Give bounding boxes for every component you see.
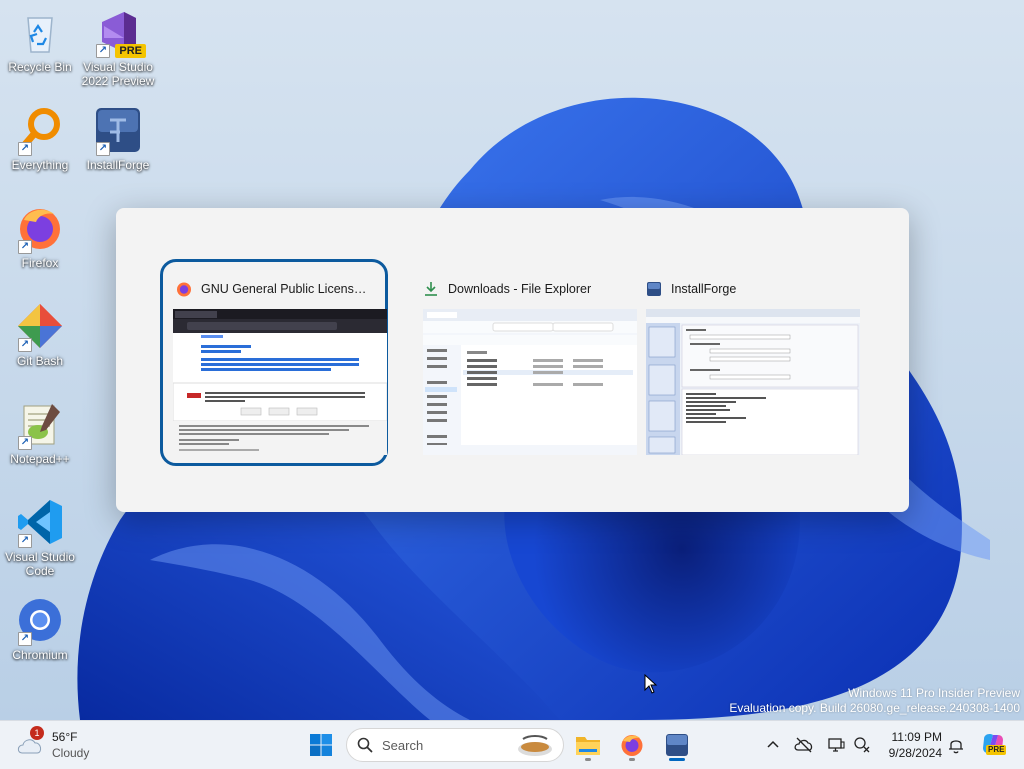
desktop-icon-label: Git Bash (16, 354, 64, 368)
desktop-icon-label: Recycle Bin (8, 60, 72, 74)
watermark-line-build: Evaluation copy. Build 26080.ge_release.… (729, 701, 1020, 715)
desktop-icon-label: InstallForge (86, 158, 150, 172)
weather-alert-badge: 1 (30, 726, 44, 740)
firefox-icon (177, 282, 191, 297)
system-clock[interactable]: 11:09 PM 9/28/2024 (880, 729, 942, 761)
task-switcher-item-firefox[interactable]: GNU General Public License v... (160, 259, 388, 466)
taskbar-installforge[interactable] (659, 727, 695, 763)
firefox-icon: ↗ (16, 204, 64, 254)
taskbar-firefox[interactable] (614, 727, 650, 763)
chromium-icon: ↗ (16, 596, 64, 646)
pre-badge: PRE (115, 44, 146, 58)
shortcut-arrow-icon: ↗ (18, 338, 32, 352)
clock-date: 9/28/2024 (888, 746, 942, 760)
windows-watermark: Windows 11 Pro Insider Preview Evaluatio… (729, 686, 1020, 716)
desktop-icon-everything[interactable]: ↗ Everything (0, 106, 80, 172)
shortcut-arrow-icon: ↗ (18, 436, 32, 450)
task-title: Downloads - File Explorer (448, 282, 592, 296)
firefox-icon (621, 735, 643, 756)
notepadpp-icon: ↗ (16, 400, 64, 450)
folder-icon (576, 737, 600, 755)
taskbar-file-explorer[interactable] (570, 727, 606, 763)
desktop-icon-vscode[interactable]: ↗ Visual Studio Code (0, 498, 80, 578)
window-thumbnail (646, 309, 860, 455)
shortcut-arrow-icon: ↗ (18, 632, 32, 646)
vscode-icon: ↗ (16, 498, 64, 548)
search-highlight-icon (518, 735, 552, 756)
download-icon (425, 282, 437, 296)
taskbar: 1 56°F Cloudy Search 11:09 PM 9/28/2024 … (0, 720, 1024, 769)
copilot-button[interactable]: PRE (980, 731, 1008, 759)
desktop-icon-label: Notepad++ (10, 452, 70, 466)
weather-condition: Cloudy (52, 746, 90, 760)
desktop-icon-visual-studio[interactable]: PRE ↗ Visual Studio 2022 Preview (78, 8, 158, 88)
mouse-cursor-icon (644, 674, 658, 694)
display-icon[interactable] (826, 735, 846, 755)
running-indicator-active (669, 758, 685, 761)
search-placeholder: Search (382, 738, 424, 753)
shortcut-arrow-icon: ↗ (18, 240, 32, 254)
task-switcher-item-file-explorer[interactable]: Downloads - File Explorer (413, 265, 637, 460)
task-switcher-item-installforge[interactable]: InstallForge (636, 265, 860, 460)
start-button[interactable] (303, 727, 339, 763)
windows-logo-icon (310, 734, 332, 756)
desktop-icon-label: Chromium (12, 648, 68, 662)
window-thumbnail (423, 309, 637, 455)
weather-widget[interactable]: 1 56°F Cloudy (16, 726, 90, 761)
running-indicator (585, 758, 591, 761)
window-thumbnail (173, 309, 387, 455)
desktop-icon-label: Visual Studio 2022 Preview (81, 60, 155, 88)
chevron-up-icon[interactable] (763, 735, 783, 755)
task-switcher: GNU General Public License v... Download… (116, 208, 909, 512)
everything-icon: ↗ (16, 106, 64, 156)
shortcut-arrow-icon: ↗ (96, 44, 110, 58)
shortcut-arrow-icon: ↗ (96, 142, 110, 156)
task-title: GNU General Public License v... (201, 282, 372, 296)
installforge-icon: ↗ (94, 106, 142, 156)
shortcut-arrow-icon: ↗ (18, 534, 32, 548)
onedrive-offline-icon[interactable] (794, 735, 814, 755)
desktop-icon-installforge[interactable]: ↗ InstallForge (78, 106, 158, 172)
desktop-icon-chromium[interactable]: ↗ Chromium (0, 596, 80, 662)
desktop-icon-recycle-bin[interactable]: Recycle Bin (0, 8, 80, 74)
installforge-icon (666, 734, 688, 756)
git-bash-icon: ↗ (16, 302, 64, 352)
desktop-icon-git-bash[interactable]: ↗ Git Bash (0, 302, 80, 368)
network-disconnected-icon[interactable] (852, 735, 872, 755)
task-title: InstallForge (671, 282, 737, 296)
cloudy-weather-icon: 1 (16, 726, 46, 759)
clock-time: 11:09 PM (891, 730, 942, 744)
weather-temperature: 56°F (52, 730, 78, 744)
desktop-icon-firefox[interactable]: ↗ Firefox (0, 204, 80, 270)
notification-bell-icon[interactable] (946, 735, 966, 755)
shortcut-arrow-icon: ↗ (18, 142, 32, 156)
desktop-icon-label: Visual Studio Code (5, 550, 75, 578)
recycle-bin-icon (16, 8, 64, 56)
watermark-line-edition: Windows 11 Pro Insider Preview (848, 686, 1020, 700)
installforge-icon (647, 282, 661, 296)
desktop-icon-label: Everything (11, 158, 69, 172)
desktop-icon-notepadpp[interactable]: ↗ Notepad++ (0, 400, 80, 466)
search-icon (357, 737, 373, 753)
visual-studio-icon: PRE ↗ (94, 8, 146, 58)
desktop-icon-label: Firefox (21, 256, 59, 270)
taskbar-search-box[interactable]: Search (346, 728, 564, 762)
running-indicator (629, 758, 635, 761)
copilot-pre-badge: PRE (986, 745, 1007, 755)
